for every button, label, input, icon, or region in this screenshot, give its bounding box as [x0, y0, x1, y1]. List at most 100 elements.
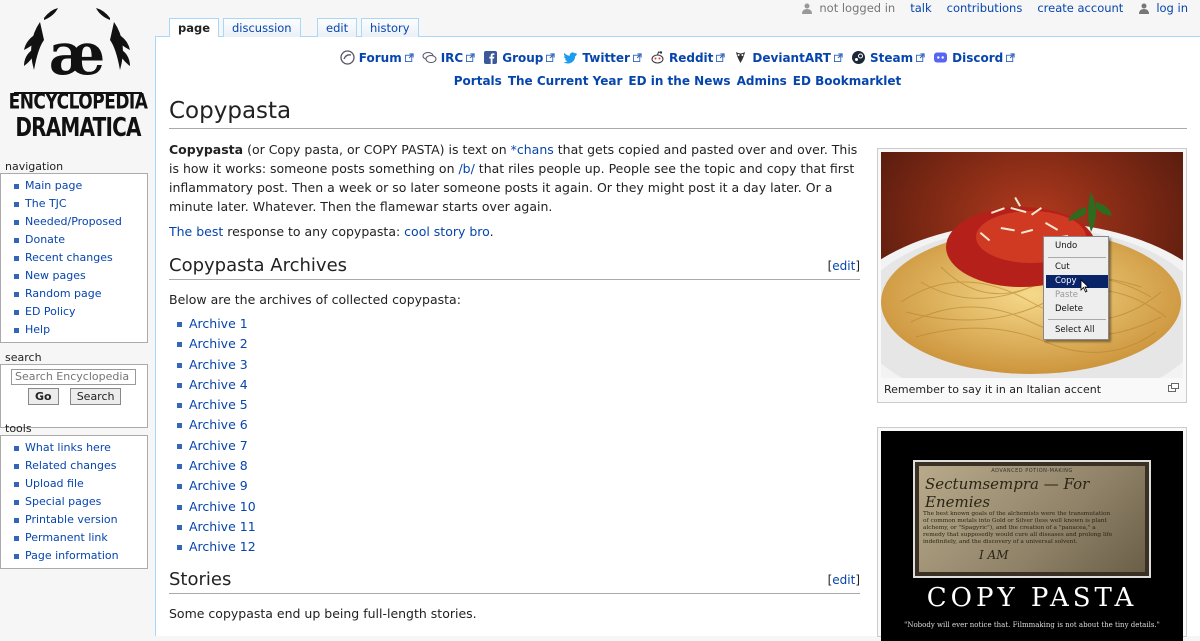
archives-intro: Below are the archives of collected copy… [169, 292, 461, 307]
archive-link[interactable]: Archive 6 [189, 417, 248, 432]
sitenav-reddit-link[interactable]: Reddit [650, 50, 726, 65]
menu-cut: Cut [1055, 262, 1070, 272]
sitenav-secondary-link[interactable]: Portals [454, 74, 502, 88]
twitter-icon [563, 50, 582, 65]
sidebar-nav-link[interactable]: Recent changes [25, 251, 113, 264]
archive-item: Archive 5 [177, 395, 860, 415]
sitenav-secondary-link[interactable]: The Current Year [508, 74, 623, 88]
archive-item: Archive 3 [177, 355, 860, 375]
sitenav-forum-link[interactable]: Forum [340, 50, 414, 65]
sidebar-tools-link[interactable]: Special pages [25, 495, 101, 508]
sidebar-nav-link[interactable]: Needed/Proposed [25, 215, 122, 228]
sitenav-discord-link[interactable]: Discord [933, 50, 1015, 65]
site-nav-secondary: Portals The Current Year ED in the News Adm… [155, 74, 1200, 88]
sitenav-label: Reddit [668, 50, 714, 65]
sitenav-label: Steam [870, 50, 914, 65]
archives-edit-section: [edit] [828, 253, 860, 279]
poster-title: COPY PASTA [926, 583, 1138, 613]
sitenav-irc-link[interactable]: IRC [422, 50, 476, 65]
sidebar-nav-link[interactable]: The TJC [25, 197, 67, 210]
chans-link[interactable]: *chans [511, 142, 554, 157]
sidebar-nav-link[interactable]: ED Policy [25, 305, 76, 318]
tools-list: What links here Related changes Upload fil… [1, 439, 147, 565]
log-in-link[interactable]: log in [1156, 1, 1188, 15]
sidebar-tools-link[interactable]: Page information [25, 549, 119, 562]
archive-link[interactable]: Archive 8 [189, 458, 248, 473]
archive-link[interactable]: Archive 10 [189, 499, 256, 514]
sidebar-tools-item: What links here [12, 439, 147, 457]
b-board-link[interactable]: /b/ [458, 161, 474, 176]
sidebar-nav-link[interactable]: Main page [25, 179, 82, 192]
archive-item: Archive 9 [177, 476, 860, 496]
archive-item: Archive 7 [177, 436, 860, 456]
sitenav-secondary-link[interactable]: ED Bookmarklet [793, 74, 901, 88]
context-menu: Undo Cut Copy Paste Delete Select All [1043, 236, 1109, 340]
tab-discussion[interactable]: discussion [223, 18, 301, 37]
spaghetti-image[interactable]: Undo Cut Copy Paste Delete Select All [881, 152, 1183, 378]
login-item[interactable]: log in [1138, 1, 1188, 15]
sidebar-nav-item: The TJC [12, 195, 147, 213]
sitenav-label: Discord [952, 50, 1004, 65]
search-button[interactable]: Search [69, 387, 122, 405]
sitenav-twitter-link[interactable]: Twitter [563, 50, 642, 65]
sidebar-nav-link[interactable]: Help [25, 323, 50, 336]
create-account-link[interactable]: create account [1037, 1, 1123, 15]
sidebar-tools-link[interactable]: Printable version [25, 513, 118, 526]
archive-link[interactable]: Archive 9 [189, 478, 248, 493]
archive-link[interactable]: Archive 7 [189, 438, 248, 453]
stories-edit-link[interactable]: edit [832, 573, 855, 587]
go-button[interactable]: Go [28, 387, 59, 405]
sidebar-nav-link[interactable]: Random page [25, 287, 102, 300]
sidebar-nav-item: Needed/Proposed [12, 213, 147, 231]
sidebar-nav-link[interactable]: New pages [25, 269, 86, 282]
sitenav-steam-link[interactable]: Steam [851, 50, 925, 65]
archive-item: Archive 2 [177, 334, 860, 354]
search-input[interactable] [11, 368, 136, 385]
tools-heading: tools [5, 422, 32, 435]
external-link-icon [916, 53, 925, 62]
menu-delete: Delete [1055, 304, 1083, 314]
archives-edit-link[interactable]: edit [832, 259, 855, 273]
sidebar-tools-link[interactable]: Upload file [25, 477, 84, 490]
cool-story-bro-link[interactable]: cool story bro [404, 224, 489, 239]
site-logo[interactable]: æ ENCYCLOPEDIA DRAMATICA [0, 0, 155, 150]
tab-edit[interactable]: edit [317, 18, 358, 37]
sidebar-tools-link[interactable]: Related changes [25, 459, 117, 472]
sidebar-tools-link[interactable]: Permanent link [25, 531, 108, 544]
page-title: Copypasta [169, 96, 1187, 129]
logo-text-bottom: DRAMATICA [15, 111, 141, 143]
sitenav-deviantart-link[interactable]: DeviantART [733, 50, 843, 65]
menu-separator [1048, 319, 1106, 320]
sitenav-secondary-link[interactable]: Admins [737, 74, 787, 88]
enlarge-icon[interactable] [1168, 383, 1179, 392]
talk-link[interactable]: talk [910, 1, 931, 15]
best-text: response to any copypasta: [223, 224, 405, 239]
sitenav-secondary-link[interactable]: ED in the News [628, 74, 730, 88]
copypasta-poster-image[interactable]: ADVANCED POTION-MAKING Sectumsempra — Fo… [881, 431, 1183, 641]
sitenav-label: DeviantART [752, 50, 831, 65]
sidebar-tools-link[interactable]: What links here [25, 441, 111, 454]
archive-link[interactable]: Archive 4 [189, 377, 248, 392]
archive-link[interactable]: Archive 5 [189, 397, 248, 412]
archive-item: Archive 12 [177, 537, 860, 557]
reddit-icon [650, 50, 669, 65]
sidebar-nav-item: Donate [12, 231, 147, 249]
archive-link[interactable]: Archive 2 [189, 336, 248, 351]
archive-list: Archive 1 Archive 2 Archive 3 Archive 4 Arch… [169, 314, 860, 558]
tab-page[interactable]: page [169, 18, 220, 37]
sitenav-group-link[interactable]: Group [483, 50, 556, 65]
book-handwritten-title: Sectumsempra — For Enemies [925, 475, 1090, 511]
the-best-link[interactable]: The best [169, 224, 223, 239]
archive-link[interactable]: Archive 11 [189, 519, 256, 534]
forum-icon [340, 50, 359, 65]
mouse-cursor-icon [1080, 279, 1090, 293]
sidebar-nav-link[interactable]: Donate [25, 233, 65, 246]
navigation-portlet: navigation Main page The TJC Needed/Propos… [0, 160, 148, 343]
tab-history[interactable]: history [361, 18, 419, 37]
sitenav-label: Forum [358, 50, 402, 65]
contributions-link[interactable]: contributions [947, 1, 1023, 15]
archive-link[interactable]: Archive 3 [189, 357, 248, 372]
archive-link[interactable]: Archive 12 [189, 539, 256, 554]
external-link-icon [1006, 53, 1015, 62]
archive-link[interactable]: Archive 1 [189, 316, 248, 331]
